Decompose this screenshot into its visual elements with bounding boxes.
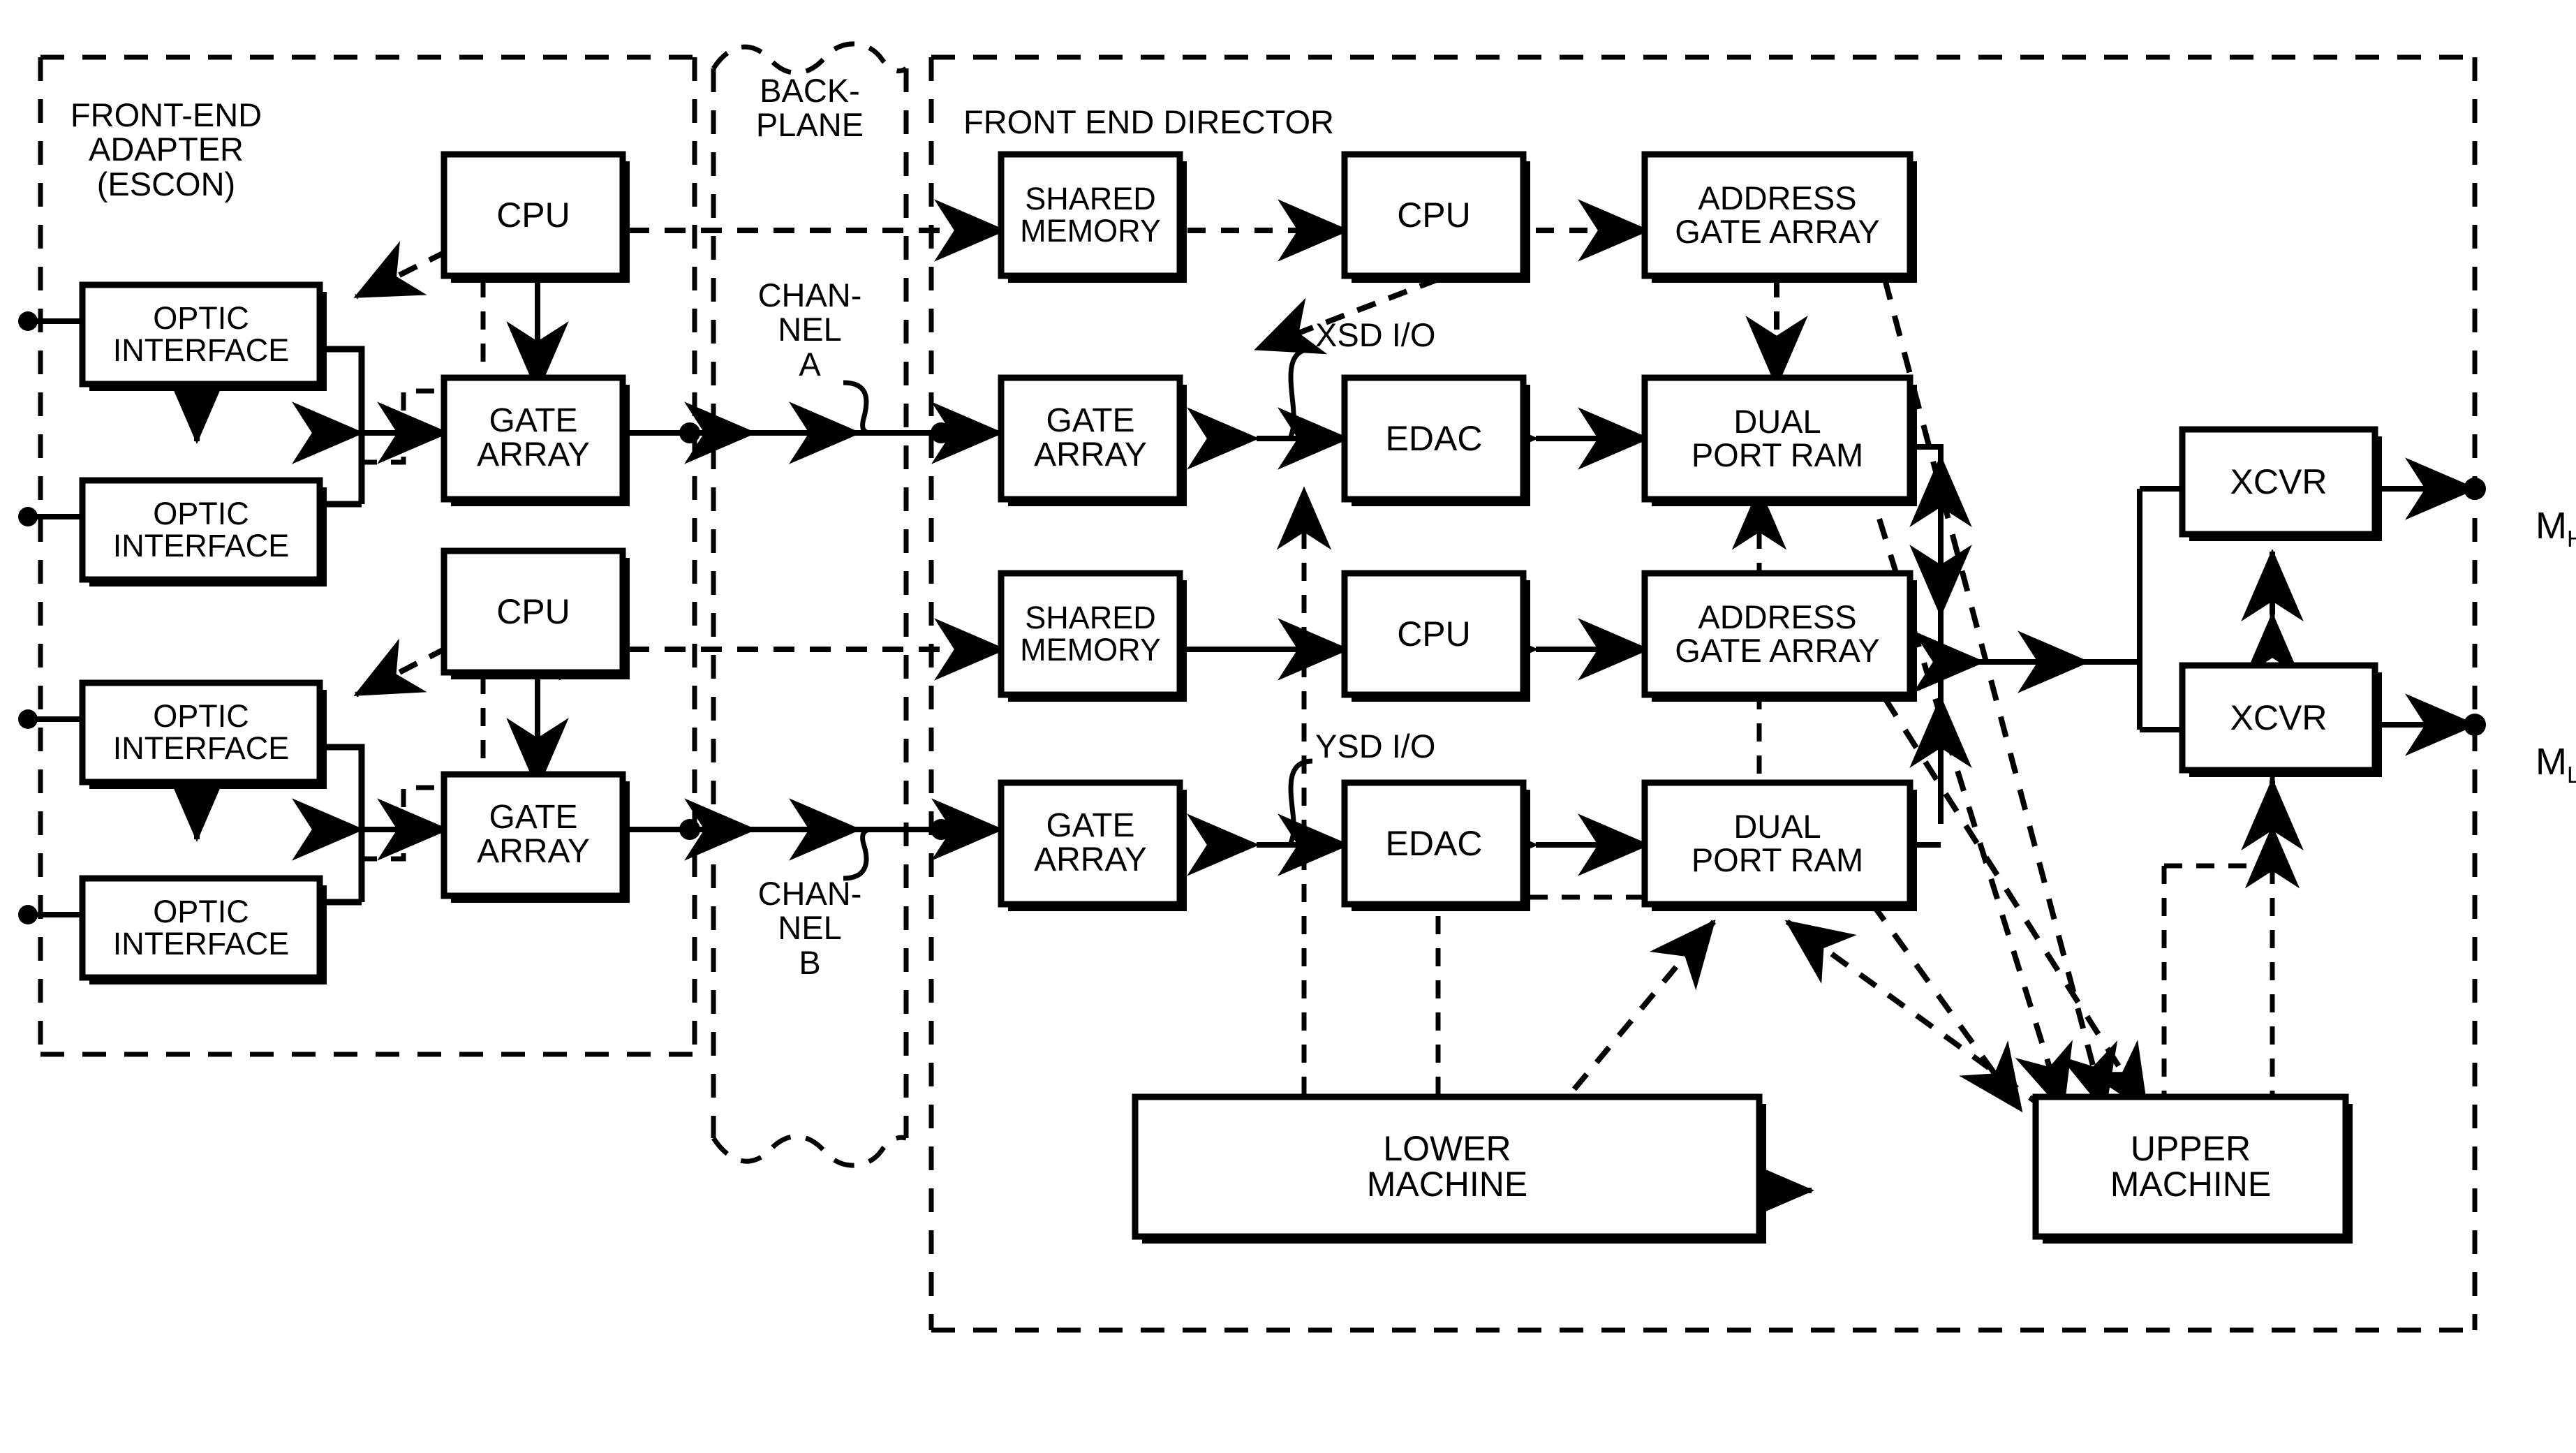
xsd-leader bbox=[1287, 346, 1313, 440]
addr-gate-2-to-upper-machine bbox=[1882, 696, 2149, 1113]
junction-channel-b-left bbox=[679, 819, 700, 840]
cpu-a-to-optic-1 bbox=[353, 241, 448, 300]
edac-1-shape bbox=[1341, 374, 1527, 503]
adapter-gate-array-a-shape bbox=[441, 374, 626, 503]
dual-port-ram-1-shape bbox=[1641, 374, 1914, 503]
optic-interface-4-shape bbox=[79, 875, 323, 981]
edac-2-shape bbox=[1341, 779, 1527, 908]
upper-machine-to-dpram-2 bbox=[1784, 919, 2048, 1112]
junction-optic-4 bbox=[18, 905, 38, 924]
backplane-bottom-wave bbox=[711, 1134, 907, 1168]
memory-port-low-subscript: L bbox=[2567, 762, 2576, 788]
address-gate-array-2-shape bbox=[1641, 570, 1914, 698]
xcvr-l-shape bbox=[2179, 662, 2378, 774]
optic-bus-b bbox=[327, 744, 365, 906]
shared-memory-2-shape bbox=[998, 570, 1183, 698]
director-cpu-1-shape bbox=[1341, 151, 1527, 279]
lower-machine-shape bbox=[1132, 1093, 1763, 1240]
junction-optic-1 bbox=[18, 311, 38, 331]
front-end-adapter-title: FRONT-END ADAPTER (ESCON) bbox=[70, 96, 262, 202]
ysd-leader bbox=[1287, 758, 1313, 846]
memory-port-high-letter: M bbox=[2536, 504, 2567, 547]
front-end-director-title: FRONT END DIRECTOR bbox=[963, 103, 1334, 140]
upper-machine-shape bbox=[2032, 1093, 2349, 1240]
memory-port-high-subscript: H bbox=[2567, 526, 2576, 552]
channel-b-leader bbox=[843, 827, 872, 881]
adapter-cpu-a-shape bbox=[441, 151, 626, 279]
lower-machine-diag-to-dpram-2 bbox=[1571, 919, 1717, 1091]
diagram-vector-layer bbox=[18, 41, 2486, 1333]
optic-interface-1-shape bbox=[79, 281, 323, 388]
channel-a-label: CHAN- NEL A bbox=[757, 276, 862, 383]
junction-optic-3 bbox=[18, 709, 38, 729]
optic-interface-2-shape bbox=[79, 477, 323, 583]
dpram-1-rail-to-upper-machine bbox=[1854, 445, 2073, 1113]
junction-dots bbox=[18, 311, 2486, 924]
junction-ml bbox=[2464, 714, 2486, 736]
backplane-top-wave bbox=[711, 41, 908, 75]
shared-memory-1-shape bbox=[998, 151, 1183, 279]
memory-port-high-label: MH bbox=[2494, 466, 2576, 591]
junction-optic-2 bbox=[18, 507, 38, 526]
optic-bus-a bbox=[327, 346, 365, 508]
addr-gate-1-to-upper-machine bbox=[1882, 278, 2118, 1113]
ysd-io-label: YSD I/O bbox=[1315, 728, 1436, 765]
channel-b-label: CHAN- NEL B bbox=[757, 875, 862, 981]
block-shapes bbox=[79, 151, 2382, 1244]
director-cpu-2-shape bbox=[1341, 570, 1527, 698]
junction-mh bbox=[2464, 478, 2486, 500]
director-gate-array-1-shape bbox=[998, 374, 1183, 503]
memory-port-low-label: ML bbox=[2494, 702, 2576, 827]
junction-channel-a-left bbox=[679, 422, 700, 443]
channel-a-leader bbox=[843, 380, 872, 436]
xsd-io-label: XSD I/O bbox=[1315, 316, 1436, 353]
dual-port-ram-2-shape bbox=[1641, 779, 1914, 908]
adapter-cpu-b-shape bbox=[441, 547, 626, 676]
director-gate-array-2-shape bbox=[998, 779, 1183, 908]
adapter-gate-array-b-shape bbox=[441, 771, 626, 899]
memory-port-low-letter: M bbox=[2536, 740, 2567, 783]
address-gate-array-1-shape bbox=[1641, 151, 1914, 279]
diagram-canvas: FRONT-END ADAPTER (ESCON) BACK- PLANE FR… bbox=[0, 0, 2576, 1453]
optic-interface-3-shape bbox=[79, 679, 323, 785]
xcvr-h-shape bbox=[2179, 426, 2378, 538]
cpu-b-to-optic-3 bbox=[353, 638, 448, 698]
backplane-title: BACK- PLANE bbox=[755, 72, 864, 144]
